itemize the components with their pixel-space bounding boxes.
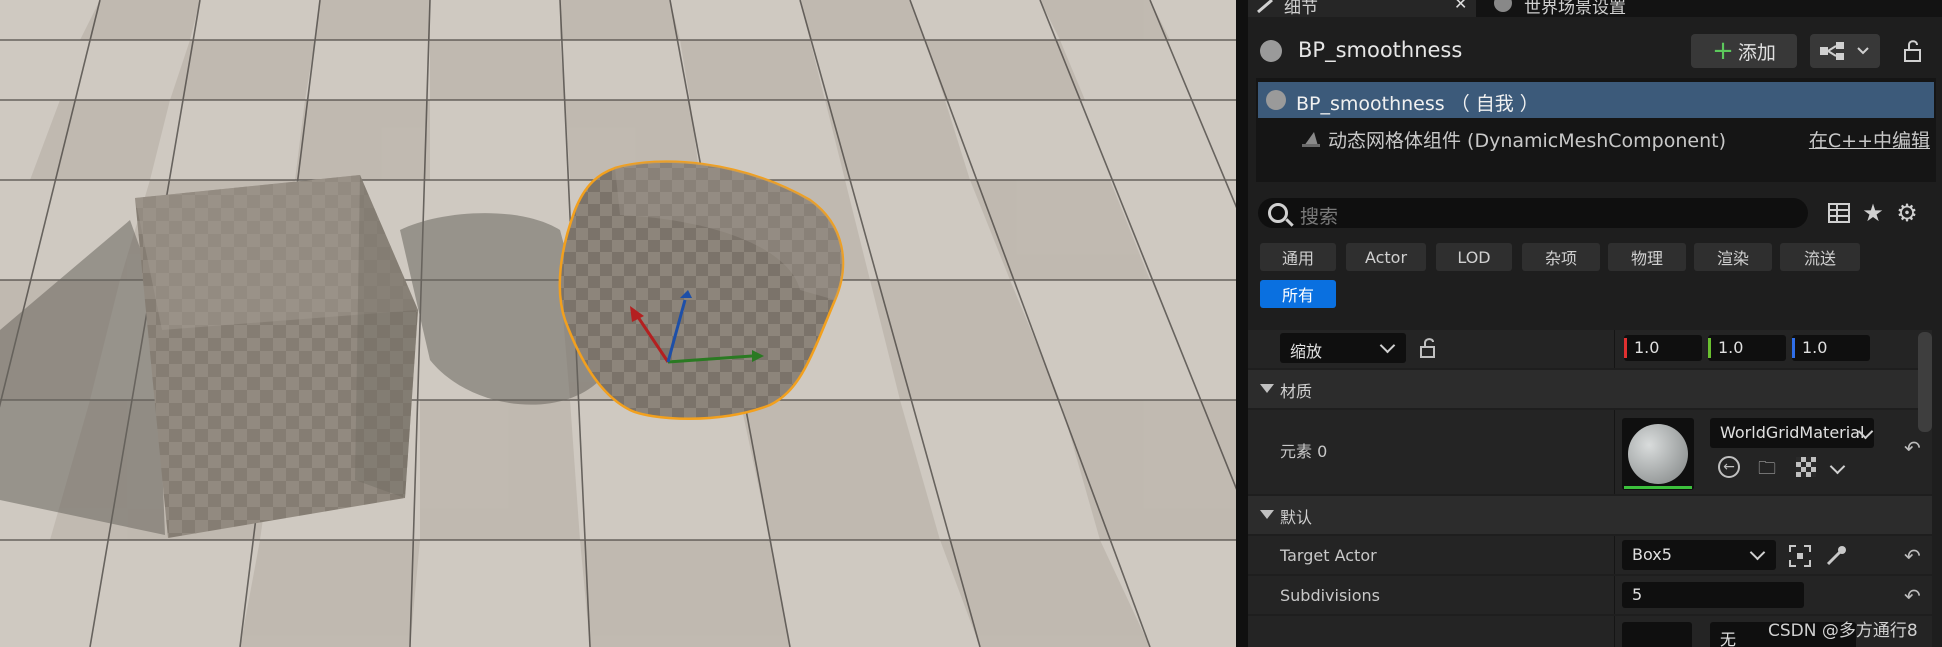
- mesh-component-icon: [1302, 132, 1320, 147]
- target-actor-label: Target Actor: [1280, 546, 1377, 565]
- tab-details[interactable]: 细节 ✕: [1248, 0, 1476, 18]
- close-icon[interactable]: ✕: [1454, 0, 1467, 13]
- tree-item-dynamic-mesh-label: 动态网格体组件 (DynamicMeshComponent): [1328, 130, 1726, 152]
- material-value: WorldGridMaterial: [1720, 423, 1865, 442]
- target-actor-value: Box5: [1632, 545, 1672, 564]
- tree-item-root[interactable]: BP_smoothness （ 自我 ）: [1258, 82, 1934, 118]
- scale-x-field[interactable]: 1.0: [1624, 335, 1702, 361]
- column-divider: [1614, 410, 1615, 494]
- tree-item-dynamic-mesh[interactable]: 动态网格体组件 (DynamicMeshComponent) 在C++中编辑: [1256, 120, 1936, 154]
- subdivisions-value: 5: [1632, 585, 1643, 604]
- expand-arrow-icon: [1260, 510, 1274, 519]
- reset-icon[interactable]: ↶: [1904, 584, 1921, 608]
- find-icon[interactable]: 🗀: [1758, 456, 1780, 479]
- material-element-label: 元素 0: [1280, 442, 1328, 461]
- lock-icon[interactable]: [1900, 38, 1926, 64]
- category-default[interactable]: 默认: [1248, 496, 1932, 534]
- table-icon[interactable]: [1826, 200, 1852, 226]
- add-button-label: 添加: [1737, 41, 1776, 64]
- y-axis-marker: [1708, 338, 1711, 358]
- chevron-down-icon: [1749, 544, 1766, 561]
- reset-icon[interactable]: ↶: [1904, 436, 1921, 460]
- material-thumbnail[interactable]: [1622, 418, 1694, 490]
- filter-lod[interactable]: LOD: [1436, 243, 1512, 271]
- edit-in-cpp-link[interactable]: 在C++中编辑: [1809, 126, 1930, 153]
- filter-rendering[interactable]: 渲染: [1694, 243, 1772, 271]
- next-combo-value: 无: [1720, 630, 1737, 647]
- scale-x-value: 1.0: [1634, 338, 1660, 357]
- transform-mode-value: 缩放: [1290, 342, 1323, 361]
- filter-general[interactable]: 通用: [1260, 243, 1336, 271]
- blueprint-icon: [1820, 42, 1869, 60]
- expand-arrow-icon: [1260, 384, 1274, 393]
- filter-physics[interactable]: 物理: [1608, 243, 1686, 271]
- target-actor-combo[interactable]: Box5: [1622, 540, 1776, 570]
- scale-y-field[interactable]: 1.0: [1708, 335, 1786, 361]
- filter-misc[interactable]: 杂项: [1522, 243, 1600, 271]
- material-sphere: [1628, 424, 1688, 484]
- chevron-down-icon[interactable]: [1829, 458, 1846, 475]
- column-divider: [1614, 576, 1615, 614]
- material-element-row: 元素 0 WorldGridMaterial ↶ ← 🗀: [1248, 410, 1932, 494]
- eyedropper-icon[interactable]: [1824, 544, 1848, 568]
- actor-icon: [1260, 40, 1282, 62]
- level-viewport[interactable]: [0, 0, 1236, 647]
- tab-details-label: 细节: [1284, 0, 1318, 18]
- star-icon[interactable]: ★: [1860, 200, 1886, 226]
- material-combo[interactable]: WorldGridMaterial: [1710, 418, 1874, 448]
- subdivisions-row: Subdivisions 5 ↶: [1248, 576, 1932, 614]
- plus-icon: +: [1712, 36, 1734, 66]
- category-material[interactable]: 材质: [1248, 370, 1932, 408]
- details-scrollbar[interactable]: [1918, 332, 1932, 432]
- search-icon: [1268, 203, 1288, 223]
- viewport-scene: [0, 0, 1236, 647]
- pencil-icon: [1257, 0, 1273, 14]
- scale-z-value: 1.0: [1802, 338, 1828, 357]
- material-type-bar: [1624, 486, 1692, 489]
- filter-all[interactable]: 所有: [1260, 280, 1336, 308]
- subdivisions-field[interactable]: 5: [1622, 582, 1804, 608]
- tab-world-settings-label: 世界场景设置: [1524, 0, 1626, 18]
- scroll-cut-row: [1248, 318, 1932, 328]
- details-panel: 细节 ✕ 世界场景设置 BP_smoothness + 添加 BP_smooth…: [1248, 0, 1942, 647]
- panel-splitter[interactable]: [1236, 0, 1248, 647]
- search-placeholder: 搜索: [1300, 206, 1339, 228]
- x-axis-marker: [1624, 338, 1627, 358]
- add-component-button[interactable]: + 添加: [1691, 34, 1797, 68]
- column-divider: [1614, 330, 1615, 368]
- scale-y-value: 1.0: [1718, 338, 1744, 357]
- unlock-icon[interactable]: [1418, 337, 1440, 359]
- component-tree: BP_smoothness （ 自我 ） 动态网格体组件 (DynamicMes…: [1256, 78, 1936, 182]
- next-field[interactable]: [1622, 622, 1692, 647]
- target-actor-row: Target Actor Box5 ↶: [1248, 536, 1932, 574]
- transform-mode-combo[interactable]: 缩放: [1280, 333, 1406, 363]
- tree-item-root-label: BP_smoothness （ 自我 ）: [1296, 93, 1539, 115]
- tab-world-settings[interactable]: 世界场景设置: [1488, 0, 1788, 18]
- blueprint-button[interactable]: [1810, 34, 1880, 68]
- filter-streaming[interactable]: 流送: [1780, 243, 1860, 271]
- chevron-down-icon: [1379, 337, 1396, 354]
- column-divider: [1614, 536, 1615, 574]
- column-divider: [1614, 616, 1615, 647]
- category-default-label: 默认: [1280, 508, 1313, 527]
- actor-icon: [1266, 90, 1286, 110]
- category-material-label: 材质: [1280, 382, 1313, 401]
- gear-icon[interactable]: ⚙: [1894, 200, 1920, 226]
- globe-icon: [1494, 0, 1512, 12]
- subdivisions-label: Subdivisions: [1280, 586, 1381, 605]
- actor-name: BP_smoothness: [1298, 38, 1463, 62]
- select-actor-icon[interactable]: [1788, 544, 1812, 568]
- tab-bar: 细节 ✕ 世界场景设置: [1248, 0, 1942, 18]
- filter-actor[interactable]: Actor: [1346, 243, 1426, 271]
- details-header: BP_smoothness + 添加: [1248, 28, 1942, 76]
- scale-z-field[interactable]: 1.0: [1792, 335, 1870, 361]
- watermark: CSDN @多方通行8: [1768, 621, 1918, 641]
- browse-icon[interactable]: ←: [1718, 456, 1740, 478]
- search-input[interactable]: 搜索: [1258, 198, 1808, 228]
- reset-icon[interactable]: ↶: [1904, 544, 1921, 568]
- picker-icon[interactable]: [1796, 457, 1816, 477]
- z-axis-marker: [1792, 338, 1795, 358]
